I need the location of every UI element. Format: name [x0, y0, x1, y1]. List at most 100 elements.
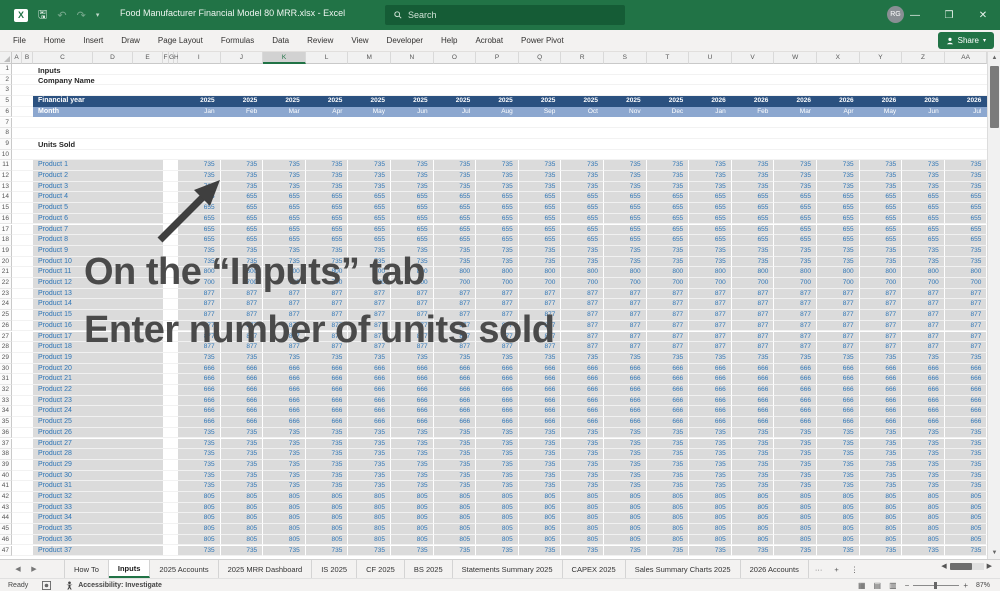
month-cell[interactable]: Mar	[263, 107, 306, 118]
units-value-cell[interactable]: 735	[348, 427, 391, 439]
units-value-cell[interactable]: 655	[604, 203, 647, 214]
units-value-cell[interactable]: 800	[646, 267, 690, 278]
units-value-cell[interactable]: 735	[518, 459, 562, 471]
units-value-cell[interactable]: 666	[561, 374, 604, 385]
units-value-cell[interactable]: 666	[817, 385, 860, 396]
units-value-cell[interactable]: 666	[604, 363, 647, 375]
units-value-cell[interactable]: 735	[646, 245, 690, 257]
units-value-cell[interactable]: 735	[604, 459, 647, 471]
units-value-cell[interactable]: 700	[902, 278, 945, 289]
units-value-cell[interactable]: 735	[178, 256, 221, 268]
units-value-cell[interactable]: 735	[518, 171, 562, 182]
units-value-cell[interactable]: 735	[604, 545, 647, 557]
units-value-cell[interactable]: 805	[220, 534, 264, 546]
units-value-cell[interactable]: 700	[817, 278, 860, 289]
column-header-N[interactable]: N	[391, 52, 434, 64]
units-value-cell[interactable]: 735	[391, 470, 434, 482]
units-value-cell[interactable]: 735	[476, 438, 519, 450]
sheet-tab-2026-accounts[interactable]: 2026 Accounts	[741, 560, 809, 578]
units-value-cell[interactable]: 735	[817, 427, 860, 439]
units-value-cell[interactable]: 735	[391, 427, 434, 439]
year-cell[interactable]: 2025	[476, 96, 519, 107]
units-value-cell[interactable]: 735	[305, 181, 349, 193]
units-value-cell[interactable]: 666	[646, 374, 690, 385]
units-value-cell[interactable]: 805	[263, 524, 306, 535]
cell-units-sold[interactable]: Units Sold	[38, 140, 75, 149]
units-value-cell[interactable]: 666	[731, 385, 775, 396]
units-value-cell[interactable]: 655	[646, 213, 690, 225]
units-value-cell[interactable]: 877	[561, 342, 604, 353]
units-value-cell[interactable]: 877	[220, 288, 264, 300]
units-value-cell[interactable]: 655	[902, 203, 945, 214]
product-name-cell[interactable]: Product 6	[33, 213, 163, 225]
units-value-cell[interactable]: 655	[604, 224, 647, 236]
units-value-cell[interactable]: 735	[518, 256, 562, 268]
year-cell[interactable]: 2026	[860, 96, 903, 107]
units-value-cell[interactable]: 666	[518, 385, 562, 396]
units-value-cell[interactable]: 655	[731, 192, 775, 204]
units-value-cell[interactable]: 877	[305, 342, 349, 353]
row-header-12[interactable]: 12	[0, 171, 12, 182]
sheet-tab-capex-2025[interactable]: CAPEX 2025	[563, 560, 626, 578]
units-value-cell[interactable]: 735	[348, 352, 391, 364]
units-value-cell[interactable]: 735	[220, 181, 264, 193]
vertical-scroll-thumb[interactable]	[990, 66, 999, 128]
units-value-cell[interactable]: 735	[646, 427, 690, 439]
units-value-cell[interactable]: 735	[263, 481, 306, 492]
units-value-cell[interactable]: 877	[902, 310, 945, 321]
units-value-cell[interactable]: 877	[305, 320, 349, 332]
units-value-cell[interactable]: 666	[178, 417, 221, 428]
month-cell[interactable]: Nov	[604, 107, 647, 118]
sheet-tab-inputs[interactable]: Inputs	[108, 560, 151, 578]
units-value-cell[interactable]: 655	[774, 235, 817, 246]
units-value-cell[interactable]: 735	[902, 181, 945, 193]
units-value-cell[interactable]: 877	[646, 288, 690, 300]
units-value-cell[interactable]: 655	[263, 192, 306, 204]
units-value-cell[interactable]: 735	[220, 352, 264, 364]
units-value-cell[interactable]: 805	[859, 524, 903, 535]
units-value-cell[interactable]: 877	[305, 299, 349, 311]
sheet-nav-left-icon[interactable]: ◀	[10, 560, 26, 578]
units-value-cell[interactable]: 655	[731, 213, 775, 225]
units-value-cell[interactable]: 700	[263, 278, 306, 289]
units-value-cell[interactable]: 877	[433, 320, 477, 332]
product-name-cell[interactable]: Product 22	[33, 385, 163, 396]
units-value-cell[interactable]: 655	[689, 203, 732, 214]
row-header-44[interactable]: 44	[0, 513, 12, 525]
units-value-cell[interactable]: 877	[518, 310, 562, 321]
units-value-cell[interactable]: 666	[561, 395, 604, 407]
units-value-cell[interactable]: 666	[817, 395, 860, 407]
units-value-cell[interactable]: 805	[902, 534, 945, 546]
product-name-cell[interactable]: Product 28	[33, 449, 163, 460]
units-value-cell[interactable]: 805	[689, 534, 732, 546]
units-value-cell[interactable]: 877	[178, 299, 221, 311]
units-value-cell[interactable]: 655	[859, 224, 903, 236]
year-cell[interactable]: 2025	[519, 96, 562, 107]
units-value-cell[interactable]: 666	[604, 417, 647, 428]
units-value-cell[interactable]: 877	[561, 320, 604, 332]
units-value-cell[interactable]: 735	[561, 245, 604, 257]
units-value-cell[interactable]: 735	[817, 545, 860, 557]
units-value-cell[interactable]: 735	[220, 481, 264, 492]
sheet-tab-2025-mrr-dashboard[interactable]: 2025 MRR Dashboard	[219, 560, 313, 578]
row-header-22[interactable]: 22	[0, 278, 12, 289]
units-value-cell[interactable]: 735	[561, 171, 604, 182]
units-value-cell[interactable]: 735	[433, 470, 477, 482]
units-value-cell[interactable]: 735	[561, 256, 604, 268]
product-name-cell[interactable]: Product 18	[33, 342, 163, 353]
units-value-cell[interactable]: 735	[774, 160, 817, 171]
units-value-cell[interactable]: 666	[646, 363, 690, 375]
units-value-cell[interactable]: 735	[689, 160, 732, 171]
row-header-1[interactable]: 1	[0, 64, 12, 75]
units-value-cell[interactable]: 655	[305, 192, 349, 204]
units-value-cell[interactable]: 735	[220, 256, 264, 268]
row-header-15[interactable]: 15	[0, 203, 12, 214]
units-value-cell[interactable]: 735	[391, 481, 434, 492]
units-value-cell[interactable]: 877	[646, 320, 690, 332]
units-value-cell[interactable]: 655	[902, 224, 945, 236]
units-value-cell[interactable]: 666	[433, 395, 477, 407]
year-cell[interactable]: 2026	[945, 96, 988, 107]
units-value-cell[interactable]: 735	[944, 245, 988, 257]
units-value-cell[interactable]: 735	[944, 459, 988, 471]
units-value-cell[interactable]: 735	[476, 427, 519, 439]
